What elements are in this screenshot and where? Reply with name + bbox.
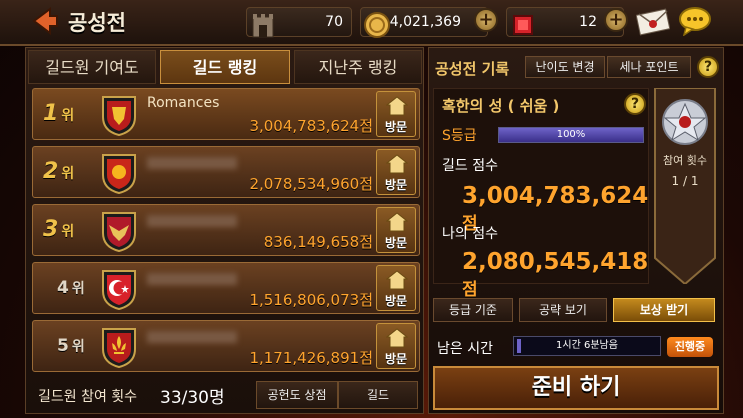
back-arrow-icon[interactable] [30,6,60,36]
add-ruby-button[interactable]: + [604,8,628,32]
guild-score: 2,078,534,960점 [249,175,373,193]
guild-score: 1,171,426,891점 [249,349,373,367]
red-lion-emblem-icon [97,93,141,137]
siege-record-title: 공성전 기록 [435,60,510,78]
time-left-label: 남은 시간 [437,341,493,357]
castle-name: 혹한의 성 ( 쉬움 ) [442,97,560,115]
grade-progress-bar: 100% [498,127,644,143]
siege-record-panel: 공성전 기록 난이도 변경 세나 포인트 ? 혹한의 성 ( 쉬움 ) ? S등… [428,47,724,414]
ranking-row: 3위 836,149,658점 방문 [32,204,420,256]
my-score-value: 2,080,545,418 점 [462,249,649,300]
time-remaining-row: 남은 시간 1시간 6분남음 진행중 [429,333,725,361]
gold-coin-icon [363,11,391,39]
page-title: 공성전 [68,11,126,35]
house-icon [385,328,409,348]
my-score-label: 나의 점수 [442,226,498,242]
tower-resource: 70 [246,7,352,39]
guild-name-blurred [147,157,237,169]
guild-name-blurred [147,273,237,285]
crescent-emblem-icon [97,267,141,311]
grade-criteria-button[interactable]: 등급 기준 [433,298,513,322]
tower-count: 70 [325,14,343,30]
guild-name: Romances [147,95,220,111]
gold-resource: 4,021,369 [360,7,488,39]
ranking-tabs: 길드원 기여도 길드 랭킹 지난주 랭킹 [26,50,425,86]
guild-name-blurred [147,215,237,227]
participation-count-value: 1 / 1 [671,174,699,188]
house-icon [385,154,409,174]
participation-count-label: 참여 횟수 [663,154,707,167]
grade-label: S등급 [442,128,477,144]
guild-name-blurred [147,331,237,343]
guild-score: 1,516,806,073점 [249,291,373,309]
time-left-text: 1시간 6분남음 [556,340,618,351]
visit-button[interactable]: 방문 [376,265,416,311]
house-icon [385,212,409,232]
tab-guild-ranking[interactable]: 길드 랭킹 [160,50,290,84]
sena-points-button[interactable]: 세나 포인트 [607,56,691,78]
tower-icon [249,11,277,39]
tab-member-contribution[interactable]: 길드원 기여도 [28,50,156,84]
castle-info-box: 혹한의 성 ( 쉬움 ) ? S등급 100% 길드 점수 3,004,783,… [433,88,649,300]
ready-button[interactable]: 준비 하기 [433,366,719,410]
add-gold-button[interactable]: + [474,8,498,32]
top-bar: 공성전 70 4,021,369 + 12 + [0,0,743,46]
house-icon [385,96,409,116]
claim-reward-button[interactable]: 보상 받기 [613,298,715,322]
castle-help-icon[interactable]: ? [624,93,646,115]
time-left-bar: 1시간 6분남음 [513,336,661,356]
chat-bubble-icon[interactable] [678,6,712,37]
sun-emblem-icon [97,151,141,195]
visit-button[interactable]: 방문 [376,323,416,369]
change-difficulty-button[interactable]: 난이도 변경 [525,56,605,78]
gold-amount: 4,021,369 [389,14,461,30]
ruby-count: 12 [579,14,597,30]
ranking-row: 2위 2,078,534,960점 방문 [32,146,420,198]
guild-ranking-panel: 길드원 기여도 길드 랭킹 지난주 랭킹 1위 Romances 3,004,7… [25,47,424,414]
strategy-view-button[interactable]: 공략 보기 [519,298,607,322]
participation-count: 33/30명 [160,388,225,408]
contribution-shop-button[interactable]: 공헌도 상점 [256,381,338,409]
rank-number: 3위 [43,217,75,242]
participation-footer: 길드원 참여 횟수 33/30명 공헌도 상점 길드 [26,378,425,414]
help-icon[interactable]: ? [697,56,719,78]
fleur-de-lis-emblem-icon [97,325,141,369]
ranking-row: 5위 1,171,426,891점 방문 [32,320,420,372]
guild-score-label: 길드 점수 [442,158,498,174]
status-badge: 진행중 [667,337,713,357]
ranking-row: 1위 Romances 3,004,783,624점 방문 [32,88,420,140]
guild-button[interactable]: 길드 [338,381,418,409]
tab-last-week-ranking[interactable]: 지난주 랭킹 [294,50,422,84]
visit-button[interactable]: 방문 [376,91,416,137]
mail-icon[interactable] [635,8,671,36]
eagle-emblem-icon [97,209,141,253]
ruby-gem-icon [509,11,537,39]
rank-number: 1위 [43,101,75,126]
visit-button[interactable]: 방문 [376,207,416,253]
ranking-row: 4위 1,516,806,073점 방문 [32,262,420,314]
guild-score: 836,149,658점 [263,233,373,251]
rank-number: 2위 [43,159,75,184]
s-rank-medal-icon [662,99,708,145]
guild-score: 3,004,783,624점 [249,117,373,135]
participation-label: 길드원 참여 횟수 [38,389,138,405]
visit-button[interactable]: 방문 [376,149,416,195]
progress-text: 100% [556,129,586,140]
house-icon [385,270,409,290]
